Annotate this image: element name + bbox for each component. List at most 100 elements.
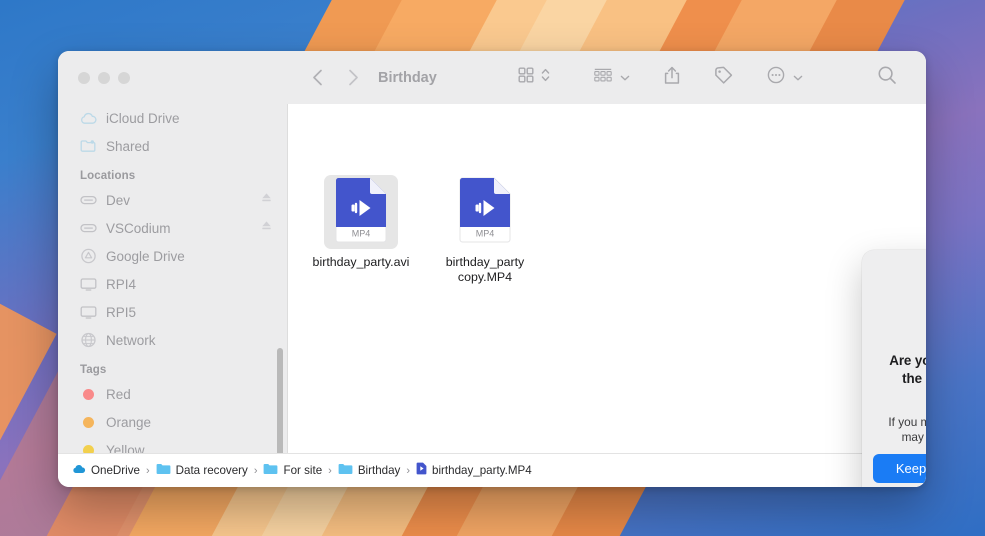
dialog-title: Are you sure you want to change the exte…: [889, 353, 926, 386]
sidebar-item-tag-yellow[interactable]: Yellow: [58, 436, 287, 453]
disk-icon: [80, 220, 97, 237]
display-icon: [80, 304, 97, 321]
folder-icon: [338, 462, 353, 480]
sidebar-scrollbar[interactable]: [277, 348, 283, 453]
mp4-file-icon: MP4: [458, 177, 512, 248]
sidebar-item-label: Shared: [106, 138, 150, 154]
group-by-button[interactable]: [587, 65, 637, 91]
network-globe-icon: [80, 332, 97, 349]
breadcrumb-item-data-recovery[interactable]: Data recovery: [156, 462, 248, 480]
chevron-updown-icon: [541, 67, 550, 88]
sidebar: iCloud Drive Shared Locations Dev VSCodi…: [58, 104, 288, 453]
breadcrumb-label: Birthday: [357, 464, 401, 477]
breadcrumb: OneDrive › Data recovery › For site › Bi…: [58, 453, 926, 487]
share-icon: [664, 66, 680, 90]
sidebar-item-label: Network: [106, 332, 156, 348]
sidebar-item-label: RPI5: [106, 304, 137, 320]
tag-dot-icon: [80, 442, 97, 453]
sidebar-item-label: Yellow: [106, 442, 145, 454]
grid-view-icon: [518, 67, 534, 88]
keep-mp4-button[interactable]: Keep .MP4: [873, 453, 926, 483]
sidebar-item-tag-orange[interactable]: Orange: [58, 408, 287, 436]
svg-text:MP4: MP4: [352, 228, 371, 238]
shared-folder-icon: [80, 138, 97, 155]
desktop-wallpaper: Birthday iCloud Drive Shared Locations D…: [0, 0, 985, 536]
sidebar-section-title: Locations: [80, 170, 136, 182]
sidebar-item-rpi4[interactable]: RPI4: [58, 270, 287, 298]
sidebar-item-label: iCloud Drive: [106, 110, 180, 126]
sidebar-item-label: Red: [106, 386, 131, 402]
file-list-pane: MP4 birthday_party.avi MP4 birthday_part…: [288, 104, 926, 487]
breadcrumb-label: birthday_party.MP4: [432, 464, 532, 477]
extension-change-dialog: Are you sure you want to change the exte…: [862, 250, 926, 487]
cloud-icon: [80, 110, 97, 127]
zoom-button[interactable]: [118, 71, 130, 84]
chevron-down-icon: [620, 69, 630, 87]
file-icon-container: MP4: [448, 175, 522, 249]
sidebar-item-network[interactable]: Network: [58, 326, 287, 354]
finder-window: Birthday iCloud Drive Shared Locations D…: [58, 51, 926, 487]
sidebar-item-label: Orange: [106, 414, 152, 430]
breadcrumb-separator: ›: [328, 464, 332, 477]
breadcrumb-separator: ›: [145, 464, 150, 477]
window-toolbar: Birthday: [58, 51, 926, 104]
file-name-label: birthday_party copy.MP4: [445, 255, 525, 284]
breadcrumb-separator: ›: [253, 464, 258, 477]
breadcrumb-separator: ›: [406, 464, 411, 477]
disk-icon: [80, 192, 97, 209]
mp4-file-icon: MP4: [334, 177, 388, 248]
sidebar-item-label: VSCodium: [106, 220, 171, 236]
sidebar-item-google-drive[interactable]: Google Drive: [58, 242, 287, 270]
dialog-body-text: If you make this change, your document m…: [888, 414, 926, 445]
file-name-label: birthday_party.avi: [312, 255, 410, 269]
breadcrumb-item-for-site[interactable]: For site: [263, 462, 322, 480]
breadcrumb-item-file[interactable]: birthday_party.MP4: [416, 462, 532, 480]
folder-icon: [263, 462, 278, 480]
search-button[interactable]: [870, 65, 904, 91]
sidebar-section-title: Tags: [80, 364, 107, 376]
breadcrumb-label: OneDrive: [91, 464, 140, 477]
sidebar-item-label: Dev: [106, 192, 131, 208]
file-item[interactable]: MP4 birthday_party copy.MP4: [430, 171, 540, 285]
eject-icon[interactable]: [260, 191, 273, 209]
sidebar-item-label: Google Drive: [106, 248, 185, 264]
sidebar-scroll-content: iCloud Drive Shared Locations Dev VSCodi…: [58, 104, 287, 453]
google-drive-icon: [80, 248, 97, 265]
sidebar-item-dev[interactable]: Dev: [58, 186, 287, 214]
eject-icon[interactable]: [260, 219, 273, 237]
sidebar-item-shared[interactable]: Shared: [58, 132, 287, 160]
onedrive-cloud-icon: [72, 462, 86, 480]
file-grid: MP4 birthday_party.avi MP4 birthday_part…: [288, 157, 926, 419]
group-by-icon: [594, 68, 612, 88]
breadcrumb-item-birthday[interactable]: Birthday: [338, 462, 401, 480]
breadcrumb-label: Data recovery: [175, 464, 248, 477]
tag-dot-icon: [80, 414, 97, 431]
folder-icon: [156, 462, 171, 480]
sidebar-item-label: RPI4: [106, 276, 137, 292]
sidebar-item-icloud-drive[interactable]: iCloud Drive: [58, 104, 287, 132]
forward-button[interactable]: [340, 65, 366, 91]
display-icon: [80, 276, 97, 293]
sidebar-item-rpi5[interactable]: RPI5: [58, 298, 287, 326]
chevron-down-icon: [793, 69, 803, 87]
dialog-button-row: Keep .MP4 Use .avi: [873, 446, 926, 488]
back-button[interactable]: [304, 65, 330, 91]
share-button[interactable]: [657, 65, 687, 91]
svg-text:MP4: MP4: [476, 228, 495, 238]
sidebar-item-tag-red[interactable]: Red: [58, 380, 287, 408]
search-icon: [877, 65, 897, 90]
tag-dot-icon: [80, 386, 97, 403]
minimize-button[interactable]: [98, 71, 110, 84]
sidebar-item-vscodium[interactable]: VSCodium: [58, 214, 287, 242]
tag-icon: [714, 66, 733, 90]
tag-button[interactable]: [707, 65, 740, 91]
more-actions-button[interactable]: [760, 65, 810, 91]
close-button[interactable]: [78, 71, 90, 84]
file-item[interactable]: MP4 birthday_party.avi: [306, 171, 416, 270]
file-icon-container: MP4: [324, 175, 398, 249]
page-title: Birthday: [378, 69, 437, 86]
breadcrumb-item-onedrive[interactable]: OneDrive: [72, 462, 140, 480]
view-options-button[interactable]: [511, 65, 557, 91]
mp4-file-icon: [416, 462, 427, 480]
traffic-lights: [58, 71, 288, 84]
